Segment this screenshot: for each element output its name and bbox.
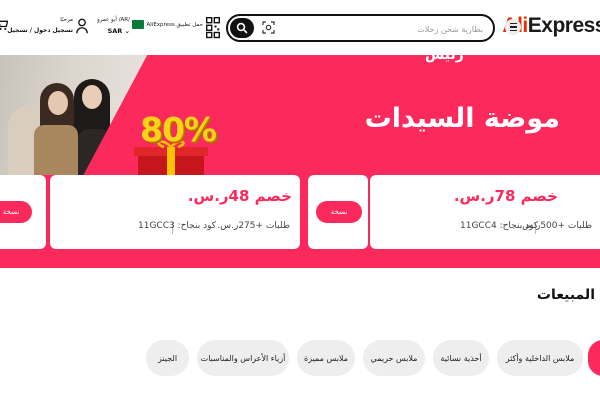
app-download-label: حمل تطبيق AliExpress — [146, 22, 204, 28]
locale-selector[interactable]: /AR/ أبو عمرو ⌄ SAR — [96, 16, 144, 40]
locale-currency: ⌄ SAR — [108, 27, 130, 35]
sign-in-link[interactable]: تسجيل دخول / تسجيل — [7, 27, 73, 34]
category-chip[interactable]: ملابس حريمي — [363, 340, 425, 376]
coupon-code: كود بنجاح: 11GCC4 — [460, 221, 539, 231]
chevron-down-icon: ⌄ — [122, 27, 130, 35]
category-chips: ملابس الداخلية وأكثر أحذية نسائية ملابس … — [0, 340, 600, 376]
coupon-card: خصم 48ر.س. طلبات +275ر.س. كود بنجاح: 11G… — [50, 175, 300, 249]
coupon-card: خصم 78ر.س. طلبات +500ر.س. كود بنجاح: 11G… — [370, 175, 600, 249]
copy-code-button[interactable]: نسخة — [0, 201, 32, 223]
logo-part-express: Express — [527, 14, 600, 37]
category-chip[interactable]: أحذية نسائية — [433, 340, 489, 376]
promo-banner[interactable]: 80% رئيس موضة السيدات نسخة خصم 48ر.س. طل… — [0, 55, 600, 268]
copy-code-button[interactable]: نسخة — [316, 201, 362, 223]
qr-code-icon — [206, 17, 220, 39]
user-icon — [76, 18, 88, 34]
category-chip[interactable]: ملابس مميزة — [297, 340, 355, 376]
account-greeting: مرحبًا — [60, 17, 73, 23]
locale-language: /AR/ أبو عمرو — [97, 17, 130, 23]
image-search-icon[interactable] — [262, 21, 275, 34]
search-button[interactable] — [230, 18, 254, 38]
discount-badge: 80% — [140, 110, 217, 149]
category-chip-active[interactable] — [588, 340, 600, 376]
best-sellers-title: المبيعات — [536, 287, 595, 303]
top-header: AliExpress حمل تطبيق AliExpress — [0, 0, 600, 55]
category-chip[interactable]: ملابس الداخلية وأكثر — [497, 340, 583, 376]
hamburger-menu-icon[interactable] — [505, 19, 521, 35]
banner-models-photo — [0, 55, 150, 175]
banner-title-decoration: رئيس — [425, 55, 464, 63]
saudi-flag-icon — [132, 20, 144, 29]
currency-code: SAR — [107, 27, 123, 35]
search-input[interactable] — [283, 20, 483, 38]
app-download-link[interactable]: حمل تطبيق AliExpress — [147, 16, 220, 40]
coupon-amount: خصم 78ر.س. — [453, 187, 558, 205]
account-menu[interactable]: مرحبًا تسجيل دخول / تسجيل — [7, 16, 88, 40]
cart-icon[interactable] — [0, 18, 8, 31]
search-icon — [236, 22, 248, 34]
category-chip[interactable]: أزياء الأعراس والمناسبات — [197, 340, 289, 376]
banner-title: موضة السيدات — [364, 103, 560, 134]
search-bar — [226, 14, 495, 42]
coupon-code: كود بنجاح: 11GCC3 — [138, 221, 217, 231]
coupon-card-partial: نسخة — [0, 175, 46, 249]
coupon-amount: خصم 48ر.س. — [187, 187, 292, 205]
category-chip[interactable]: الجينز — [146, 340, 189, 376]
coupon-condition: طلبات +275ر.س. — [217, 221, 290, 231]
coupon-card-stub: نسخة — [308, 175, 368, 249]
